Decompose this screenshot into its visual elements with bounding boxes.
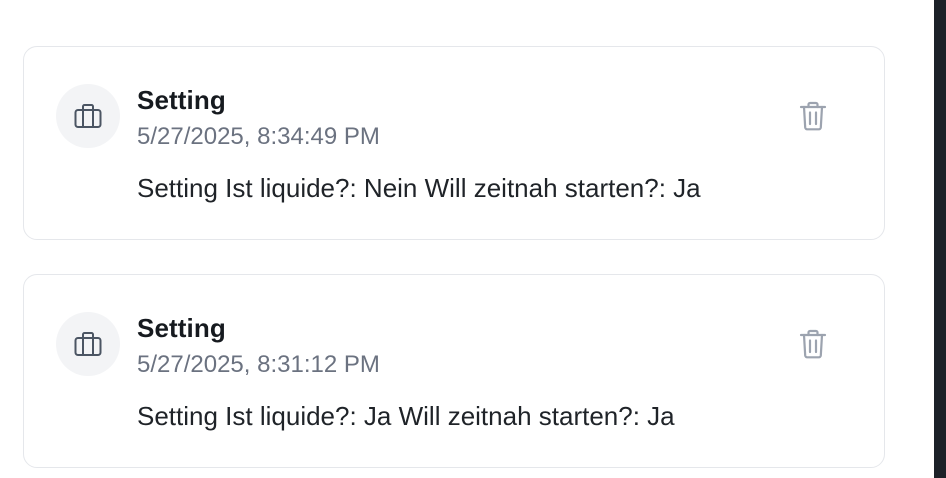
briefcase-icon bbox=[72, 328, 104, 360]
entry-timestamp: 5/27/2025, 8:34:49 PM bbox=[137, 123, 380, 150]
entry-text: Setting Ist liquide?: Nein Will zeitnah … bbox=[137, 173, 701, 203]
briefcase-icon bbox=[72, 100, 104, 132]
activity-card: Setting 5/27/2025, 8:34:49 PM Setting Is… bbox=[23, 46, 885, 240]
delete-button[interactable] bbox=[794, 325, 832, 363]
entry-title: Setting bbox=[137, 313, 226, 343]
activity-card: Setting 5/27/2025, 8:31:12 PM Setting Is… bbox=[23, 274, 885, 468]
entry-title: Setting bbox=[137, 85, 226, 115]
category-avatar bbox=[56, 84, 120, 148]
entry-text: Setting Ist liquide?: Ja Will zeitnah st… bbox=[137, 401, 675, 431]
scrollbar-edge bbox=[934, 0, 946, 478]
trash-icon bbox=[798, 328, 828, 360]
category-avatar bbox=[56, 312, 120, 376]
entry-timestamp: 5/27/2025, 8:31:12 PM bbox=[137, 351, 380, 378]
delete-button[interactable] bbox=[794, 97, 832, 135]
trash-icon bbox=[798, 100, 828, 132]
